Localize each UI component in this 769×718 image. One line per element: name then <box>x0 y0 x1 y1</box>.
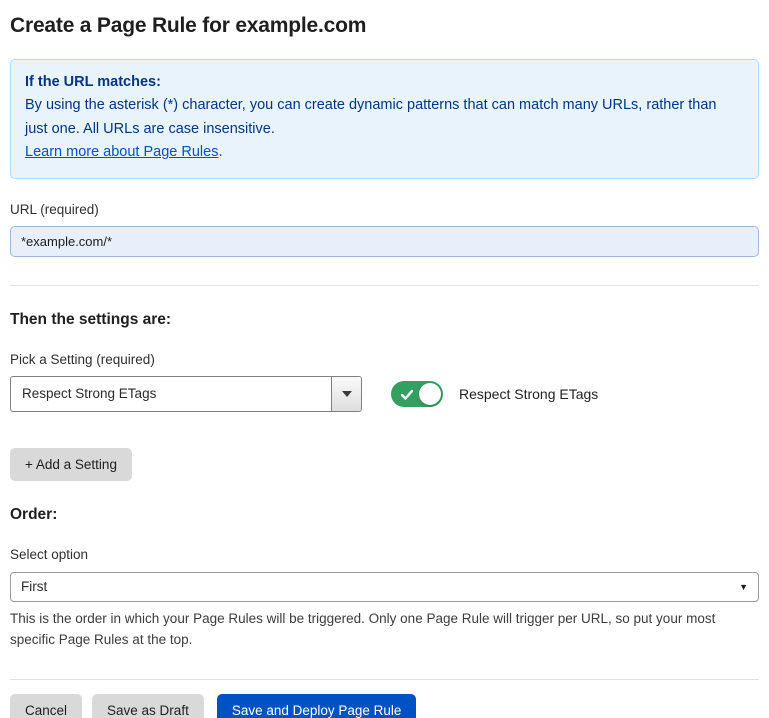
order-select[interactable]: First ▼ <box>10 572 759 602</box>
setting-select[interactable]: Respect Strong ETags <box>10 376 362 412</box>
order-heading: Order: <box>10 506 759 524</box>
setting-toggle[interactable] <box>391 381 443 407</box>
info-box-link-row: Learn more about Page Rules. <box>25 141 744 164</box>
order-help-text: This is the order in which your Page Rul… <box>10 609 755 651</box>
url-match-info-box: If the URL matches: By using the asteris… <box>10 59 759 179</box>
chevron-down-icon[interactable] <box>331 377 361 411</box>
setting-toggle-group: Respect Strong ETags <box>391 381 598 407</box>
add-setting-button[interactable]: + Add a Setting <box>10 448 132 481</box>
check-icon <box>401 388 413 400</box>
toggle-label: Respect Strong ETags <box>459 386 598 402</box>
footer-divider <box>10 679 759 680</box>
toggle-knob[interactable] <box>419 383 441 405</box>
setting-row: Respect Strong ETags Respect Strong ETag… <box>10 376 759 412</box>
order-select-value: First <box>21 579 47 594</box>
footer-actions: Cancel Save as Draft Save and Deploy Pag… <box>10 694 759 718</box>
chevron-down-icon: ▼ <box>739 582 748 592</box>
triangle-glyph <box>342 391 352 397</box>
setting-select-value: Respect Strong ETags <box>11 386 156 401</box>
save-deploy-button[interactable]: Save and Deploy Page Rule <box>217 694 417 718</box>
page-title: Create a Page Rule for example.com <box>10 14 759 38</box>
link-suffix: . <box>218 144 222 160</box>
learn-more-link[interactable]: Learn more about Page Rules <box>25 144 218 160</box>
pick-setting-label: Pick a Setting (required) <box>10 352 759 367</box>
save-draft-button[interactable]: Save as Draft <box>92 694 204 718</box>
settings-heading: Then the settings are: <box>10 311 759 329</box>
url-input[interactable] <box>10 226 759 257</box>
info-box-body: By using the asterisk (*) character, you… <box>25 94 725 141</box>
page-rule-form: Create a Page Rule for example.com If th… <box>0 0 769 718</box>
section-divider <box>10 285 759 286</box>
order-label: Select option <box>10 547 759 562</box>
url-label: URL (required) <box>10 202 759 217</box>
cancel-button[interactable]: Cancel <box>10 694 82 718</box>
info-box-heading: If the URL matches: <box>25 71 744 94</box>
